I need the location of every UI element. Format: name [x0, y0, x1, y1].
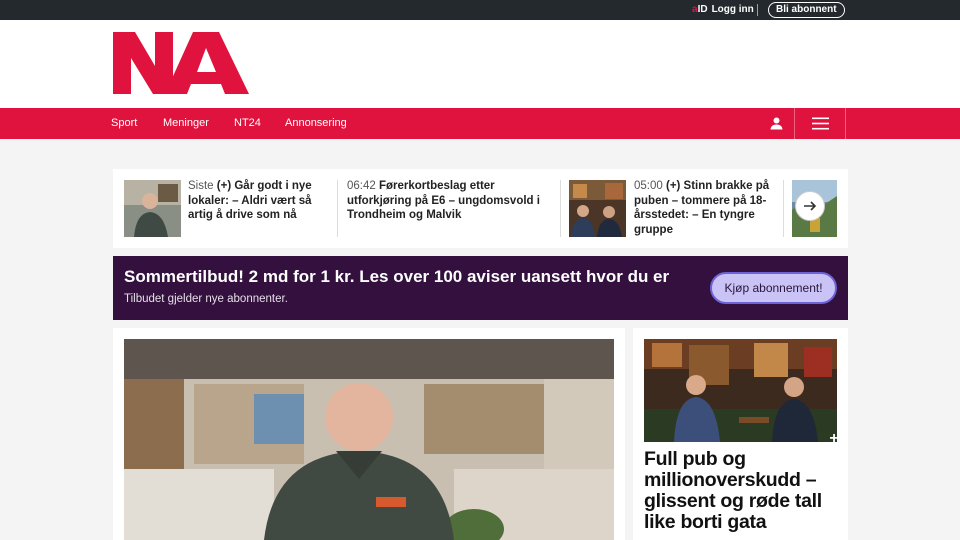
main-article-card[interactable] — [113, 328, 625, 540]
strip-headline: Siste (+) Går godt i nye lokaler: – Aldr… — [188, 180, 312, 221]
promo-title: Sommertilbud! 2 md for 1 kr. Les over 10… — [124, 267, 670, 286]
side-article-image: + — [644, 339, 837, 442]
nav-item-meninger[interactable]: Meninger — [163, 117, 209, 129]
side-article-headline: Full pub og millionoverskudd – glissent … — [644, 448, 822, 533]
strip-headline: 05:00 (+) Stinn brakke på puben – tommer… — [634, 180, 770, 236]
main-article-image — [124, 339, 614, 540]
nav-item-sport[interactable]: Sport — [111, 117, 137, 129]
strip-item[interactable]: Siste (+) Går godt i nye lokaler: – Aldr… — [113, 169, 338, 248]
subscribe-button[interactable]: Bli abonnent — [768, 2, 845, 18]
strip-thumbnail — [124, 180, 181, 237]
masthead — [0, 20, 960, 108]
plus-icon: + — [829, 430, 837, 443]
topbar-divider — [757, 4, 758, 16]
promo-subtitle: Tilbudet gjelder nye abonnenter. — [124, 293, 288, 305]
hamburger-menu-icon — [811, 117, 829, 130]
top-utility-bar: aID Logg inn Bli abonnent — [0, 0, 960, 20]
main-navigation: Sport Meninger NT24 Annonsering — [0, 108, 960, 139]
site-logo[interactable] — [111, 30, 251, 96]
latest-news-strip: Siste (+) Går godt i nye lokaler: – Aldr… — [113, 169, 848, 248]
buy-subscription-button[interactable]: Kjøp abonnement! — [710, 272, 837, 304]
strip-next-button[interactable] — [795, 191, 825, 221]
nav-item-annonsering[interactable]: Annonsering — [285, 117, 347, 129]
nav-item-nt24[interactable]: NT24 — [234, 117, 261, 129]
user-button[interactable] — [758, 108, 795, 139]
strip-headline: 06:42 Førerkortbeslag etter utforkjøring… — [347, 180, 540, 221]
strip-item[interactable]: 06:42 Førerkortbeslag etter utforkjøring… — [338, 169, 560, 248]
aid-logo: aID — [692, 4, 708, 15]
strip-thumbnail — [569, 180, 626, 237]
side-article-card[interactable]: + Full pub og millionoverskudd – glissen… — [633, 328, 848, 540]
login-label: Logg inn — [711, 4, 754, 15]
menu-button[interactable] — [795, 108, 846, 139]
subscription-promo-banner: Sommertilbud! 2 md for 1 kr. Les over 10… — [113, 256, 848, 320]
strip-item[interactable]: 05:00 (+) Stinn brakke på puben – tommer… — [561, 169, 783, 248]
login-link[interactable]: aID Logg inn — [692, 4, 754, 15]
arrow-right-icon — [804, 201, 817, 211]
user-icon — [770, 117, 782, 130]
